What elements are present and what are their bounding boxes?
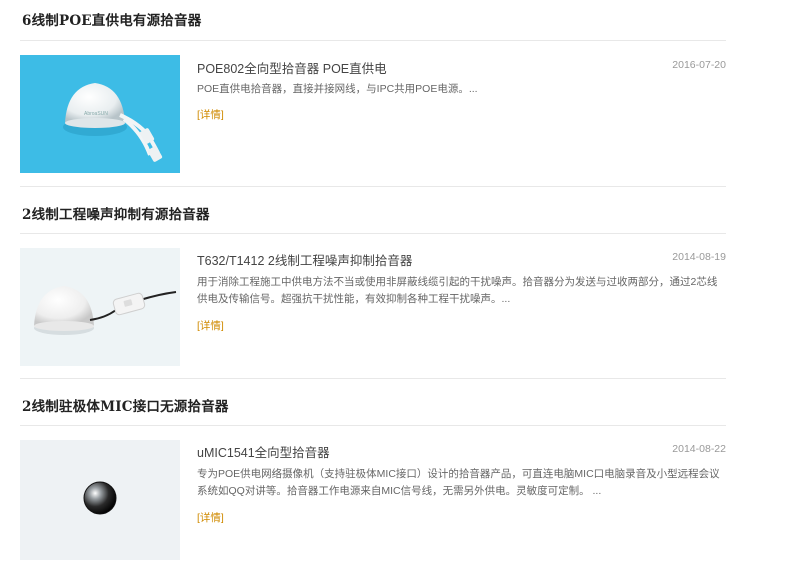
- svg-text:AbroaSUN: AbroaSUN: [84, 111, 108, 117]
- product-name[interactable]: T632/T1412 2线制工程噪声抑制拾音器: [197, 250, 412, 269]
- product-image[interactable]: AbroaSUN: [20, 55, 180, 173]
- microphone-image-icon: AbroaSUN: [63, 83, 163, 162]
- detail-link[interactable]: [详情]: [197, 318, 224, 333]
- section-divider: [20, 378, 726, 379]
- section-title: 2线制驻极体MIC接口无源拾音器: [22, 399, 229, 415]
- section-divider: [20, 425, 726, 426]
- product-description: 用于消除工程施工中供电方法不当或使用非屏蔽线缆引起的干扰噪声。拾音器分为发送与过…: [197, 276, 718, 305]
- product-section-1: 6线制POE直供电有源拾音器 AbroaSUN POE802全向型拾音器 POE…: [20, 0, 726, 190]
- product-description: 专为POE供电网络摄像机（支持驻极体MIC接口）设计的拾音器产品，可直连电脑MI…: [197, 468, 720, 497]
- detail-link[interactable]: [详情]: [197, 510, 224, 525]
- product-description: POE直供电拾音器，直接并接网线，与IPC共用POE电源。...: [197, 83, 478, 95]
- product-date: 2016-07-20: [672, 59, 726, 71]
- product-name[interactable]: uMIC1541全向型拾音器: [197, 442, 330, 461]
- product-section-3: 2线制驻极体MIC接口无源拾音器 uMIC1541全向型拾音器 2014-08-…: [20, 382, 726, 565]
- section-title: 6线制POE直供电有源拾音器: [22, 13, 202, 29]
- section-title: 2线制工程噪声抑制有源拾音器: [22, 207, 210, 223]
- microphone-image-icon: [83, 481, 117, 515]
- microphone-image-icon: [34, 286, 177, 335]
- section-divider: [20, 40, 726, 41]
- product-image[interactable]: [20, 248, 180, 366]
- section-divider: [20, 233, 726, 234]
- product-name[interactable]: POE802全向型拾音器 POE直供电: [197, 58, 387, 77]
- product-date: 2014-08-22: [672, 443, 726, 455]
- product-date: 2014-08-19: [672, 251, 726, 263]
- detail-link[interactable]: [详情]: [197, 107, 224, 122]
- section-divider: [20, 186, 726, 187]
- product-section-2: 2线制工程噪声抑制有源拾音器 T632/T1412 2线制工程噪声抑制拾音器 2…: [20, 190, 726, 382]
- product-image[interactable]: [20, 440, 180, 560]
